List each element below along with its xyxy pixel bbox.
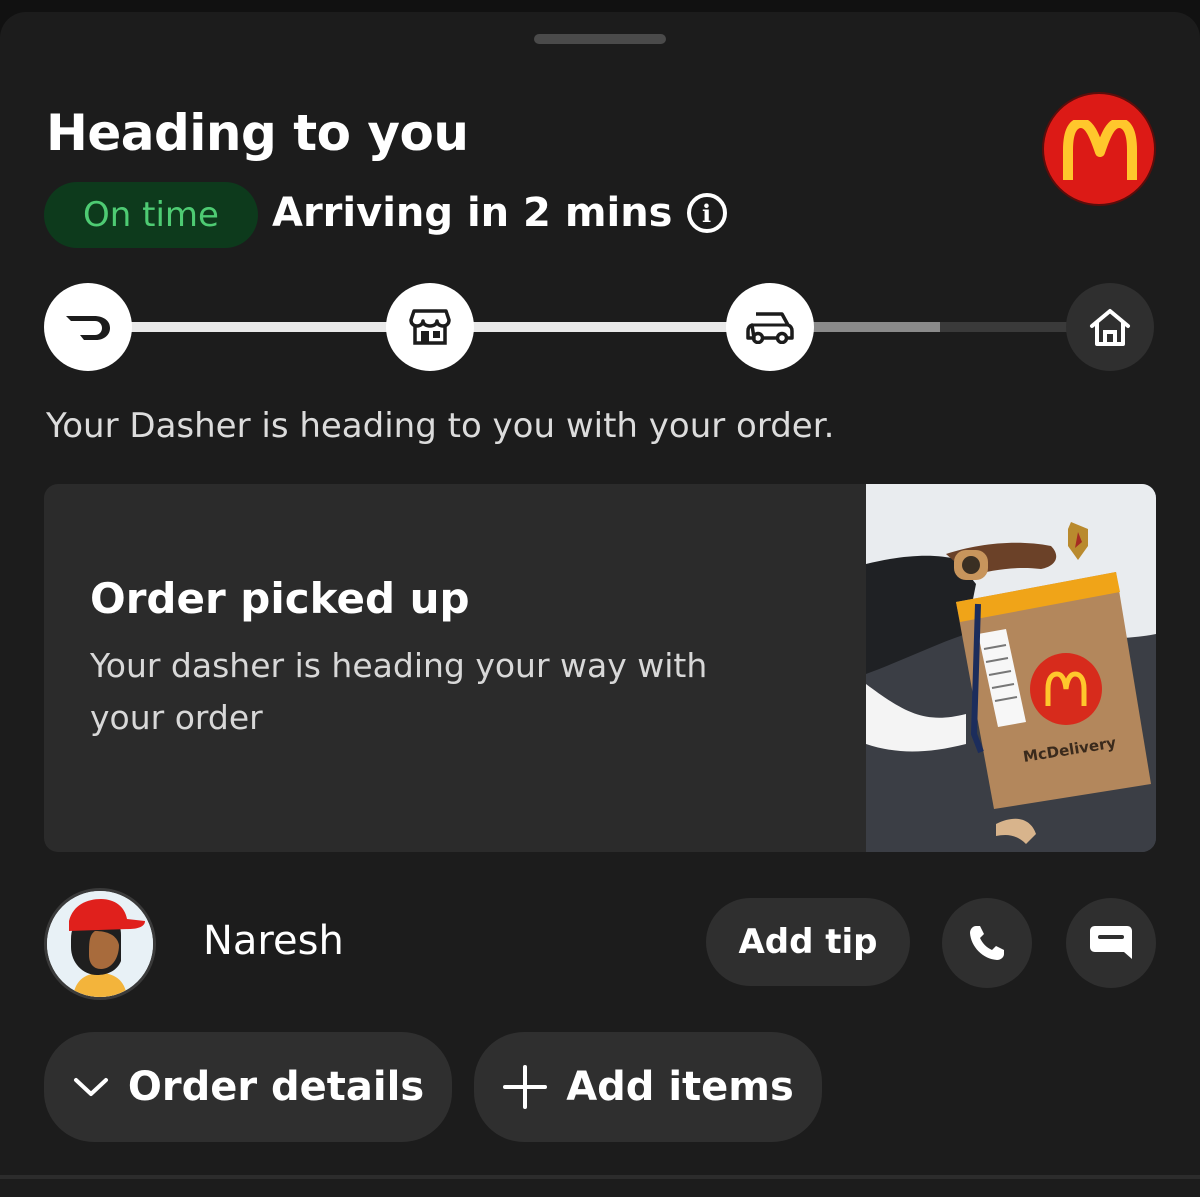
doordash-icon — [66, 316, 110, 340]
step-car — [726, 283, 814, 371]
add-tip-button[interactable]: Add tip — [706, 898, 910, 986]
dasher-avatar[interactable] — [44, 888, 156, 1000]
car-icon — [746, 312, 794, 344]
card-subtitle: Your dasher is heading your way with you… — [90, 646, 708, 737]
drag-handle[interactable] — [534, 34, 666, 44]
dasher-avatar-image — [47, 891, 153, 997]
mcdonalds-arches-icon — [1063, 120, 1137, 180]
step-doordash — [44, 283, 132, 371]
plus-icon — [503, 1065, 548, 1109]
dasher-name: Naresh — [203, 918, 344, 964]
order-details-label: Order details — [127, 1064, 425, 1110]
order-status-card[interactable]: Order picked up Your dasher is heading y… — [44, 484, 1156, 852]
page-title: Heading to you — [46, 104, 469, 162]
status-badge: On time — [44, 182, 258, 248]
card-title: Order picked up — [90, 574, 470, 623]
order-details-button[interactable]: Order details — [44, 1032, 452, 1142]
divider — [0, 1175, 1200, 1179]
pickup-photo[interactable]: McDelivery — [866, 484, 1156, 852]
phone-icon — [970, 926, 1004, 960]
step-home — [1066, 283, 1154, 371]
arrival-row: Arriving in 2 mins i — [272, 190, 727, 236]
store-icon — [409, 309, 451, 345]
status-description: Your Dasher is heading to you with your … — [46, 406, 835, 446]
add-items-label: Add items — [566, 1064, 794, 1110]
add-items-button[interactable]: Add items — [474, 1032, 822, 1142]
step-store — [386, 283, 474, 371]
restaurant-logo — [1042, 92, 1156, 206]
info-icon[interactable]: i — [686, 193, 727, 233]
home-icon — [1090, 309, 1130, 346]
chevron-down-icon — [73, 1078, 108, 1096]
call-button[interactable] — [942, 898, 1032, 988]
arrival-text: Arriving in 2 mins — [272, 190, 673, 236]
bottom-sheet: Heading to you On time Arriving in 2 min… — [0, 12, 1200, 1197]
message-button[interactable] — [1066, 898, 1156, 988]
chat-icon — [1090, 926, 1132, 959]
pickup-photo-image: McDelivery — [866, 484, 1156, 852]
